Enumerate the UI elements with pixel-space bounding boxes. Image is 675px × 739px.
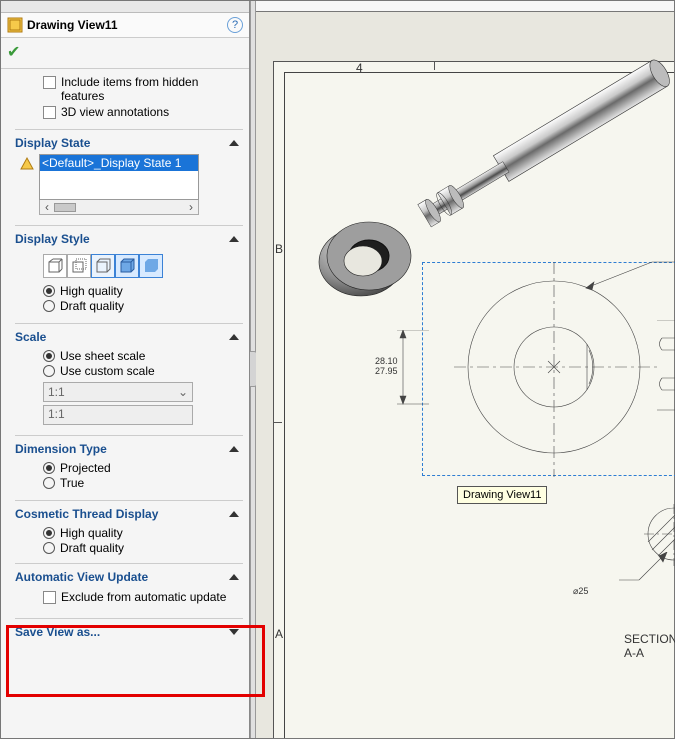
section-label: SECTION A-A	[624, 632, 675, 660]
row-label-a: A	[275, 627, 283, 641]
use-sheet-scale-label: Use sheet scale	[60, 349, 145, 363]
exclude-auto-update-label: Exclude from automatic update	[61, 590, 226, 604]
row-label-b: B	[275, 242, 283, 256]
scale-combo-value: 1:1	[48, 385, 65, 399]
cosmetic-dq-radio[interactable]	[43, 542, 55, 554]
display-draft-quality-label: Draft quality	[60, 299, 124, 313]
exclude-auto-update-checkbox[interactable]	[43, 591, 56, 604]
chevron-down-icon: ⌄	[178, 385, 188, 399]
view-tooltip: Drawing View11	[457, 486, 547, 504]
style-hidden-visible-icon[interactable]	[67, 254, 91, 278]
dim-25	[619, 552, 675, 592]
true-row: True	[43, 476, 243, 490]
use-custom-scale-radio[interactable]	[43, 365, 55, 377]
display-high-quality-radio[interactable]	[43, 285, 55, 297]
dim-height-label: 28.1027.95	[375, 356, 398, 376]
projected-row: Projected	[43, 461, 243, 475]
drawing-canvas[interactable]: 4 B A	[256, 1, 674, 738]
panel-header: Drawing View11 ?	[1, 13, 249, 38]
scroll-thumb[interactable]	[54, 203, 76, 212]
collapse-icon	[229, 236, 239, 242]
cosmetic-hq-radio[interactable]	[43, 527, 55, 539]
style-wireframe-icon[interactable]	[43, 254, 67, 278]
display-state-list[interactable]: <Default>_Display State 1	[39, 154, 199, 200]
side-view-edge	[657, 320, 675, 420]
scale-section: Scale Use sheet scale Use custom scale 1…	[15, 323, 243, 425]
projected-radio[interactable]	[43, 462, 55, 474]
panel-body: Include items from hidden features 3D vi…	[1, 69, 249, 738]
projected-label: Projected	[60, 461, 111, 475]
help-icon[interactable]: ?	[227, 17, 243, 33]
scale-combo[interactable]: 1:1 ⌄	[43, 382, 193, 402]
annotations-3d-checkbox-row: 3D view annotations	[43, 105, 243, 119]
display-draft-quality-radio[interactable]	[43, 300, 55, 312]
display-state-item[interactable]: <Default>_Display State 1	[40, 155, 198, 171]
ok-check-icon[interactable]: ✔	[7, 44, 20, 61]
panel-tabs	[1, 1, 249, 13]
display-state-section: Display State <Default>_Display State 1 …	[15, 129, 243, 215]
accept-row: ✔	[1, 38, 249, 69]
cosmetic-dq-row: Draft quality	[43, 541, 243, 555]
scroll-left-icon[interactable]: ‹	[40, 200, 54, 214]
front-view	[424, 262, 675, 482]
drawing-view-icon	[7, 17, 23, 33]
display-state-head[interactable]: Display State	[15, 129, 243, 154]
display-high-quality-label: High quality	[60, 284, 123, 298]
include-hidden-label: Include items from hidden features	[61, 75, 243, 103]
annotations-3d-checkbox[interactable]	[43, 106, 56, 119]
use-sheet-scale-row: Use sheet scale	[43, 349, 243, 363]
display-draft-quality-row: Draft quality	[43, 299, 243, 313]
true-radio[interactable]	[43, 477, 55, 489]
save-view-as-head[interactable]: Save View as...	[15, 618, 243, 643]
scale-head[interactable]: Scale	[15, 323, 243, 348]
expand-icon	[229, 629, 239, 635]
dimension-type-head[interactable]: Dimension Type	[15, 435, 243, 460]
cosmetic-dq-label: Draft quality	[60, 541, 124, 555]
include-hidden-checkbox[interactable]	[43, 76, 56, 89]
display-style-head[interactable]: Display Style	[15, 225, 243, 250]
canvas-ruler-top	[256, 1, 674, 12]
annotations-3d-label: 3D view annotations	[61, 105, 169, 119]
style-shaded-edges-icon[interactable]	[115, 254, 139, 278]
collapse-icon	[229, 446, 239, 452]
panel-title: Drawing View11	[27, 18, 227, 32]
dimension-type-section: Dimension Type Projected True	[15, 435, 243, 490]
scale-text[interactable]: 1:1	[43, 405, 193, 425]
true-label: True	[60, 476, 84, 490]
include-hidden-checkbox-row: Include items from hidden features	[43, 75, 243, 103]
automatic-view-update-head[interactable]: Automatic View Update	[15, 563, 243, 588]
dim-25-label: ⌀25	[573, 586, 588, 596]
cosmetic-thread-head[interactable]: Cosmetic Thread Display	[15, 500, 243, 525]
use-custom-scale-label: Use custom scale	[60, 364, 155, 378]
use-sheet-scale-radio[interactable]	[43, 350, 55, 362]
collapse-icon	[229, 574, 239, 580]
display-state-icon	[19, 156, 37, 174]
collapse-icon	[229, 140, 239, 146]
use-custom-scale-row: Use custom scale	[43, 364, 243, 378]
collapse-icon	[229, 334, 239, 340]
cosmetic-hq-label: High quality	[60, 526, 123, 540]
drawing-sheet: 4 B A	[273, 61, 674, 738]
dim-60	[582, 254, 675, 294]
save-view-as-section: Save View as...	[15, 618, 243, 643]
cosmetic-thread-section: Cosmetic Thread Display High quality Dra…	[15, 500, 243, 555]
automatic-view-update-section: Automatic View Update Exclude from autom…	[15, 563, 243, 604]
display-high-quality-row: High quality	[43, 284, 243, 298]
style-shaded-icon[interactable]	[139, 254, 163, 278]
cosmetic-hq-row: High quality	[43, 526, 243, 540]
display-style-section: Display Style High quality Draft quali	[15, 225, 243, 313]
collapse-icon	[229, 511, 239, 517]
display-state-hscroll[interactable]: ‹ ›	[39, 200, 199, 215]
exclude-auto-update-row: Exclude from automatic update	[43, 590, 243, 604]
style-hidden-removed-icon[interactable]	[91, 254, 115, 278]
scroll-right-icon[interactable]: ›	[184, 200, 198, 214]
